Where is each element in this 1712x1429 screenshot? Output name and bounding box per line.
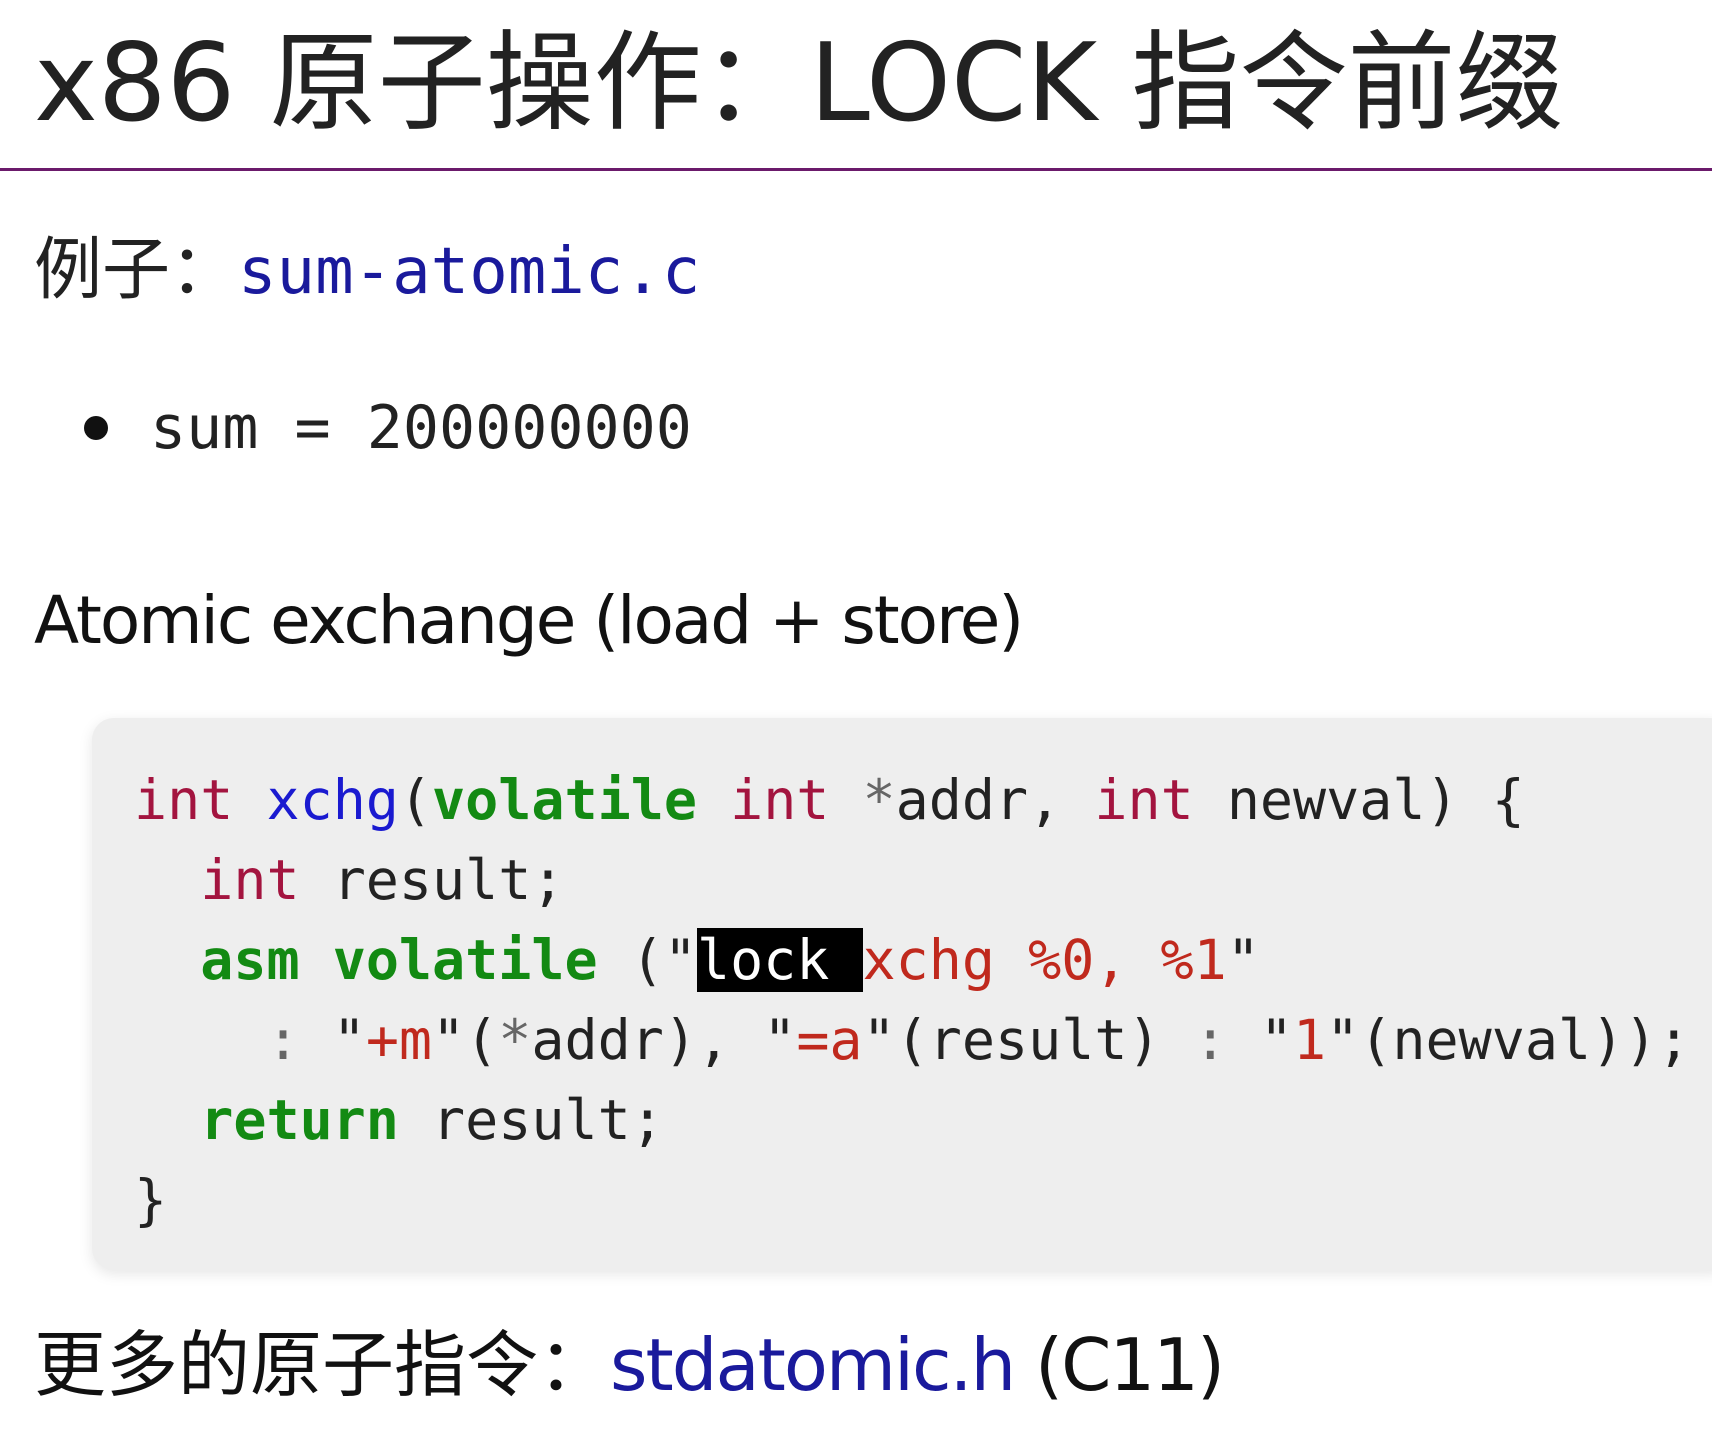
more-atomics-label: 更多的原子指令： <box>34 1323 611 1407</box>
example-line: 例子：sum-atomic.c <box>34 228 700 315</box>
code-keyword: volatile <box>432 768 697 832</box>
code-text: result; <box>299 848 565 912</box>
code-block: int xchg(volatile int *addr, int newval)… <box>92 718 1712 1270</box>
example-file-link[interactable]: sum-atomic.c <box>238 235 700 309</box>
code-operator: : <box>1193 1008 1227 1072</box>
code-text: result; <box>398 1088 664 1152</box>
code-text: addr), " <box>531 1008 797 1072</box>
code-line: : "+m"(*addr), "=a"(result) : "1"(newval… <box>134 1000 1712 1080</box>
code-line: int result; <box>134 840 1712 920</box>
code-line: return result; <box>134 1080 1712 1160</box>
code-type-token: int <box>1094 768 1194 832</box>
code-operator: * <box>862 768 896 832</box>
result-list: sum = 200000000 <box>84 388 692 468</box>
code-function-name: xchg <box>266 768 399 832</box>
code-string: +m <box>365 1008 433 1072</box>
bullet-icon <box>84 416 108 440</box>
code-keyword: volatile <box>332 928 598 992</box>
code-string: xchg %0, %1 <box>862 928 1227 992</box>
code-type-token: int <box>730 768 830 832</box>
code-text: " <box>299 1008 366 1072</box>
c11-suffix: (C11) <box>1014 1323 1225 1407</box>
code-text: " <box>1226 928 1260 992</box>
code-text: ( <box>398 768 433 832</box>
code-line: int xchg(volatile int *addr, int newval)… <box>134 760 1712 840</box>
section-heading: Atomic exchange (load + store) <box>34 582 1024 659</box>
code-text: newval) { <box>1193 768 1525 832</box>
code-text: addr, <box>895 768 1095 832</box>
code-operator: : <box>266 1008 300 1072</box>
more-atomics-line: 更多的原子指令：stdatomic.h (C11) <box>34 1320 1225 1410</box>
list-item: sum = 200000000 <box>84 388 692 468</box>
code-text: (" <box>597 928 697 992</box>
code-operator: * <box>498 1008 532 1072</box>
code-string: =a <box>796 1008 863 1072</box>
code-text: " <box>1226 1008 1294 1072</box>
code-highlight-lock: lock <box>696 928 863 992</box>
example-label: 例子： <box>34 231 239 310</box>
code-text: "(result) <box>862 1008 1194 1072</box>
stdatomic-link[interactable]: stdatomic.h <box>610 1323 1016 1407</box>
code-type-token: int <box>200 848 300 912</box>
title-divider <box>0 168 1712 171</box>
code-text: } <box>134 1168 168 1232</box>
code-type-token: int <box>134 768 234 832</box>
code-line: } <box>134 1160 1712 1240</box>
code-line: asm volatile ("lock xchg %0, %1" <box>134 920 1712 1000</box>
code-text: "( <box>432 1008 499 1072</box>
code-string: 1 <box>1293 1008 1327 1072</box>
slide-title: x86 原子操作：LOCK 指令前缀 <box>34 21 1564 146</box>
sum-result-text: sum = 200000000 <box>150 393 692 463</box>
code-keyword: return <box>200 1088 399 1152</box>
code-keyword: asm <box>200 928 300 992</box>
code-text: "(newval)); <box>1326 1008 1691 1072</box>
